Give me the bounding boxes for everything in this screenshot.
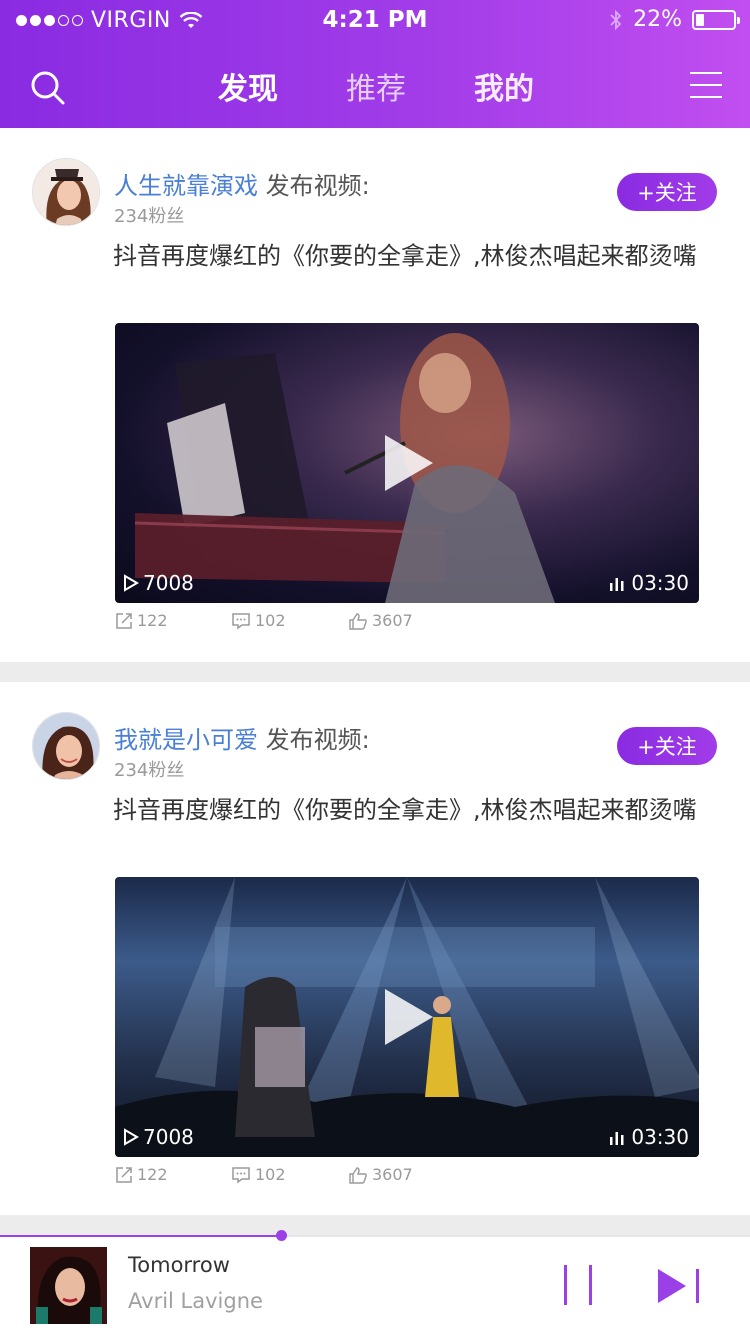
progress-bar[interactable] [0, 1230, 750, 1241]
bars-icon [610, 578, 624, 591]
play-count-value: 7008 [143, 1125, 194, 1149]
tab-bar: 发现 推荐 我的 [0, 44, 750, 128]
video-duration: 03:30 [609, 1125, 689, 1149]
fan-count: 234粉丝 [114, 760, 185, 781]
share-icon [116, 612, 132, 629]
comment-count: 102 [255, 611, 286, 630]
progress-fill [0, 1235, 282, 1237]
post-actions: 122 102 3607 [115, 1165, 515, 1191]
play-icon[interactable] [377, 985, 437, 1049]
play-count: 7008 [123, 1125, 194, 1149]
play-count-icon [124, 574, 139, 592]
app-header: VIRGIN 4:21 PM 22% 发现 推荐 我的 [0, 0, 750, 128]
bars-icon [610, 1132, 624, 1145]
post-title[interactable]: 抖音再度爆红的《你要的全拿走》,林俊杰唱起来都烫嘴 [113, 238, 713, 274]
tab-recommend[interactable]: 推荐 [346, 64, 406, 108]
song-title: Tomorrow [128, 1253, 230, 1277]
post-title[interactable]: 抖音再度爆红的《你要的全拿走》,林俊杰唱起来都烫嘴 [113, 792, 713, 828]
thumbs-up-icon [349, 1166, 367, 1184]
play-count: 7008 [123, 571, 194, 595]
share-count: 122 [137, 611, 168, 630]
mini-player: Tomorrow Avril Lavigne [0, 1230, 750, 1334]
avatar[interactable] [32, 158, 100, 226]
video-thumbnail[interactable]: 7008 03:30 [115, 323, 699, 603]
follow-button[interactable]: +关注 [617, 173, 717, 211]
comment-button[interactable]: 102 [231, 611, 286, 630]
comment-icon [232, 1166, 250, 1183]
song-artist: Avril Lavigne [128, 1289, 263, 1313]
follow-button[interactable]: +关注 [617, 727, 717, 765]
video-thumbnail[interactable]: 7008 03:30 [115, 877, 699, 1157]
play-count-icon [124, 1128, 139, 1146]
like-count: 3607 [372, 1165, 413, 1184]
bluetooth-icon [610, 9, 622, 30]
battery-percent: 22% [633, 7, 682, 32]
post-action: 发布视频: [265, 726, 370, 754]
duration-value: 03:30 [631, 1125, 689, 1149]
feed-card: 人生就靠演戏 发布视频: 234粉丝 +关注 抖音再度爆红的《你要的全拿走》,林… [0, 128, 750, 662]
fan-count: 234粉丝 [114, 206, 185, 227]
author-name[interactable]: 人生就靠演戏 [114, 172, 258, 200]
duration-value: 03:30 [631, 571, 689, 595]
battery-icon [692, 9, 740, 30]
post-action: 发布视频: [265, 172, 370, 200]
play-count-value: 7008 [143, 571, 194, 595]
author-name[interactable]: 我就是小可爱 [114, 726, 258, 754]
like-button[interactable]: 3607 [348, 611, 413, 630]
nav-bar: 发现 推荐 我的 [0, 44, 750, 128]
like-count: 3607 [372, 611, 413, 630]
share-button[interactable]: 122 [115, 611, 168, 630]
play-icon[interactable] [377, 431, 437, 495]
video-duration: 03:30 [609, 571, 689, 595]
comment-button[interactable]: 102 [231, 1165, 286, 1184]
post-actions: 122 102 3607 [115, 611, 515, 637]
feed-card: 我就是小可爱 发布视频: 234粉丝 +关注 抖音再度爆红的《你要的全拿走》,林… [0, 682, 750, 1215]
share-button[interactable]: 122 [115, 1165, 168, 1184]
status-right: 22% [609, 7, 740, 32]
avatar[interactable] [32, 712, 100, 780]
album-cover[interactable] [30, 1247, 107, 1324]
next-track-icon[interactable] [656, 1267, 702, 1305]
comment-count: 102 [255, 1165, 286, 1184]
pause-icon[interactable] [560, 1265, 596, 1305]
thumbs-up-icon [349, 612, 367, 630]
share-icon [116, 1166, 132, 1183]
status-bar: VIRGIN 4:21 PM 22% [0, 0, 750, 40]
progress-knob[interactable] [276, 1230, 288, 1241]
tab-mine[interactable]: 我的 [474, 64, 534, 108]
menu-icon[interactable] [690, 72, 722, 102]
share-count: 122 [137, 1165, 168, 1184]
comment-icon [232, 612, 250, 629]
tab-discover[interactable]: 发现 [218, 64, 278, 108]
author-line: 人生就靠演戏 发布视频: [114, 166, 370, 201]
like-button[interactable]: 3607 [348, 1165, 413, 1184]
author-line: 我就是小可爱 发布视频: [114, 720, 370, 755]
